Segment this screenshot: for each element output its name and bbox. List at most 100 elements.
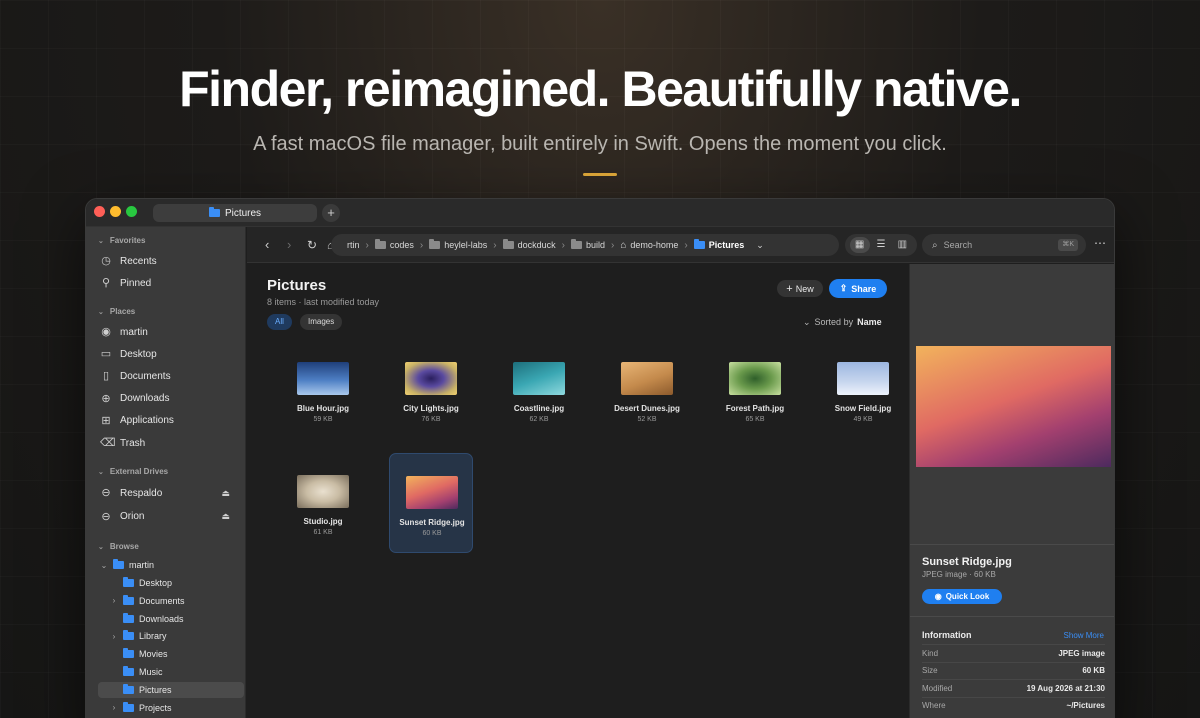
sidebar-item-downloads[interactable]: ⊕ Downloads xyxy=(100,390,240,408)
sidebar-section-header[interactable]: ⌄ Places xyxy=(98,307,135,316)
new-tab-button[interactable]: + xyxy=(322,204,340,222)
sidebar-section-header[interactable]: ⌄ External Drives xyxy=(98,467,168,476)
toolbar: ‹ › ↻ ⌂ rtin › codes › heylel-labs › dockduck ›… xyxy=(247,227,1114,263)
sidebar-item-desktop[interactable]: ▭ Desktop xyxy=(100,345,240,363)
tree-item-martin[interactable]: ⌄ martin xyxy=(100,557,154,573)
sidebar-item-pinned[interactable]: ⚲ Pinned xyxy=(100,274,240,292)
search-input[interactable] xyxy=(943,240,1044,250)
file-item[interactable]: Forest Path.jpg 65 KB xyxy=(713,340,797,440)
breadcrumb-item[interactable]: codes xyxy=(374,239,414,250)
sidebar-item-label: Recents xyxy=(120,255,157,267)
sidebar-item-label: Respaldo xyxy=(120,487,163,499)
document-icon: ▯ xyxy=(102,370,110,383)
breadcrumb-item[interactable]: heylel-labs xyxy=(429,239,487,250)
share-icon: ⇪ xyxy=(839,283,848,293)
close-button[interactable] xyxy=(94,206,105,217)
sidebar-item-respaldo[interactable]: ⊖ Respaldo ⏏ xyxy=(100,484,240,502)
sidebar-item-trash[interactable]: ⌫ Trash xyxy=(100,434,240,452)
folder-icon xyxy=(123,666,134,676)
sidebar-item-orion[interactable]: ⊖ Orion ⏏ xyxy=(100,508,240,526)
breadcrumb-item[interactable]: rtin xyxy=(347,240,360,250)
sort-control[interactable]: ⌄ Sorted by Name xyxy=(803,317,882,328)
grid-view-icon[interactable]: ▦ xyxy=(849,237,870,253)
sidebar-item-label: martin xyxy=(120,326,148,338)
tab-title: Pictures xyxy=(224,207,262,219)
search-shortcut: ⌘K xyxy=(1058,239,1078,251)
eject-icon[interactable]: ⏏ xyxy=(221,511,230,522)
filter-all[interactable]: All xyxy=(267,314,292,330)
sidebar-section-label: Places xyxy=(109,307,136,316)
breadcrumb-item[interactable]: build xyxy=(570,239,605,250)
pin-icon: ⚲ xyxy=(101,277,111,289)
sidebar-section-header[interactable]: ⌄ Browse xyxy=(98,542,139,551)
back-icon[interactable]: ‹ xyxy=(265,236,269,254)
sidebar-item-applications[interactable]: ⊞ Applications xyxy=(100,412,240,430)
filter-images[interactable]: Images xyxy=(300,314,343,330)
folder-icon xyxy=(429,239,441,249)
file-item[interactable]: Snow Field.jpg 49 KB xyxy=(821,340,905,440)
sort-prefix: Sorted by xyxy=(814,317,854,327)
sidebar-item-martin[interactable]: ◉ martin xyxy=(100,323,240,341)
file-size: 62 KB xyxy=(529,416,549,423)
show-more-link[interactable]: Show More xyxy=(1064,631,1104,640)
sidebar-item-recents[interactable]: ◷ Recents xyxy=(100,252,240,270)
image-thumbnail xyxy=(405,362,457,395)
file-item[interactable]: Desert Dunes.jpg 52 KB xyxy=(605,340,689,440)
tree-item-library[interactable]: › Library xyxy=(110,628,167,644)
eject-icon[interactable]: ⏏ xyxy=(221,488,230,499)
file-item[interactable]: Studio.jpg 61 KB xyxy=(281,453,365,553)
chevron-right-icon[interactable]: › xyxy=(110,703,118,712)
file-name: Sunset Ridge.jpg xyxy=(399,518,465,527)
download-icon: ⊕ xyxy=(101,392,111,405)
tree-item-downloads[interactable]: Downloads xyxy=(110,611,184,627)
breadcrumb-label: codes xyxy=(389,240,414,250)
user-icon: ◉ xyxy=(101,326,111,338)
chevron-right-icon[interactable]: › xyxy=(110,632,118,641)
file-name: Coastline.jpg xyxy=(513,404,565,413)
sidebar-item-documents[interactable]: ▯ Documents xyxy=(100,367,240,385)
tree-item-projects[interactable]: › Projects xyxy=(110,700,172,716)
trash-icon: ⌫ xyxy=(100,437,116,449)
image-thumbnail xyxy=(729,362,781,395)
desktop-icon: ▭ xyxy=(100,348,112,361)
tree-item-documents[interactable]: › Documents xyxy=(110,593,185,609)
tree-item-pictures[interactable]: Pictures xyxy=(98,681,243,698)
tree-item-movies[interactable]: Movies xyxy=(110,646,168,662)
breadcrumb-item[interactable]: ⌂ demo-home xyxy=(620,240,678,251)
tree-item-music[interactable]: Music xyxy=(110,664,163,680)
file-item[interactable]: Sunset Ridge.jpg 60 KB xyxy=(389,453,473,553)
folder-icon xyxy=(123,594,134,605)
zoom-button[interactable] xyxy=(126,206,137,217)
file-item[interactable]: Blue Hour.jpg 59 KB xyxy=(281,340,365,440)
tree-item-label: Movies xyxy=(139,649,168,660)
sidebar-item-label: Pinned xyxy=(120,277,152,289)
divider xyxy=(910,616,1114,617)
quick-look-button[interactable]: ◉ Quick Look xyxy=(922,589,1002,604)
tree-item-desktop[interactable]: Desktop xyxy=(110,575,172,591)
info-row-kind: Kind JPEG image xyxy=(922,644,1105,661)
finder-window: Pictures + ⌄ Favorites ◷ Recents ⚲ Pinned ⌄ Pla… xyxy=(85,198,1115,718)
file-item[interactable]: City Lights.jpg 76 KB xyxy=(389,340,473,440)
image-thumbnail xyxy=(621,362,673,395)
chevron-down-icon[interactable]: ⌄ xyxy=(756,240,764,251)
refresh-icon[interactable]: ↻ xyxy=(307,236,317,254)
breadcrumb-item[interactable]: Pictures xyxy=(693,239,745,250)
title-bar: Pictures + xyxy=(86,199,1114,227)
more-icon[interactable]: ⋯ xyxy=(1094,236,1106,250)
breadcrumb-label: Pictures xyxy=(708,240,745,250)
folder-icon xyxy=(113,559,124,569)
home-icon: ⌂ xyxy=(620,239,627,251)
sidebar-section-header[interactable]: ⌄ Favorites xyxy=(98,236,145,245)
window-tab[interactable]: Pictures xyxy=(153,204,317,222)
forward-icon[interactable]: › xyxy=(287,236,291,254)
chevron-right-icon[interactable]: › xyxy=(110,596,118,605)
breadcrumb-item[interactable]: dockduck xyxy=(502,239,556,250)
minimize-button[interactable] xyxy=(110,206,121,217)
info-key: Size xyxy=(922,666,938,675)
list-view-icon[interactable]: ☰ xyxy=(871,237,891,253)
file-item[interactable]: Coastline.jpg 62 KB xyxy=(497,340,581,440)
share-button[interactable]: ⇪ Share xyxy=(829,279,887,298)
new-button[interactable]: + New xyxy=(777,280,823,297)
column-view-icon[interactable]: ▥ xyxy=(892,237,912,253)
divider xyxy=(910,544,1114,545)
